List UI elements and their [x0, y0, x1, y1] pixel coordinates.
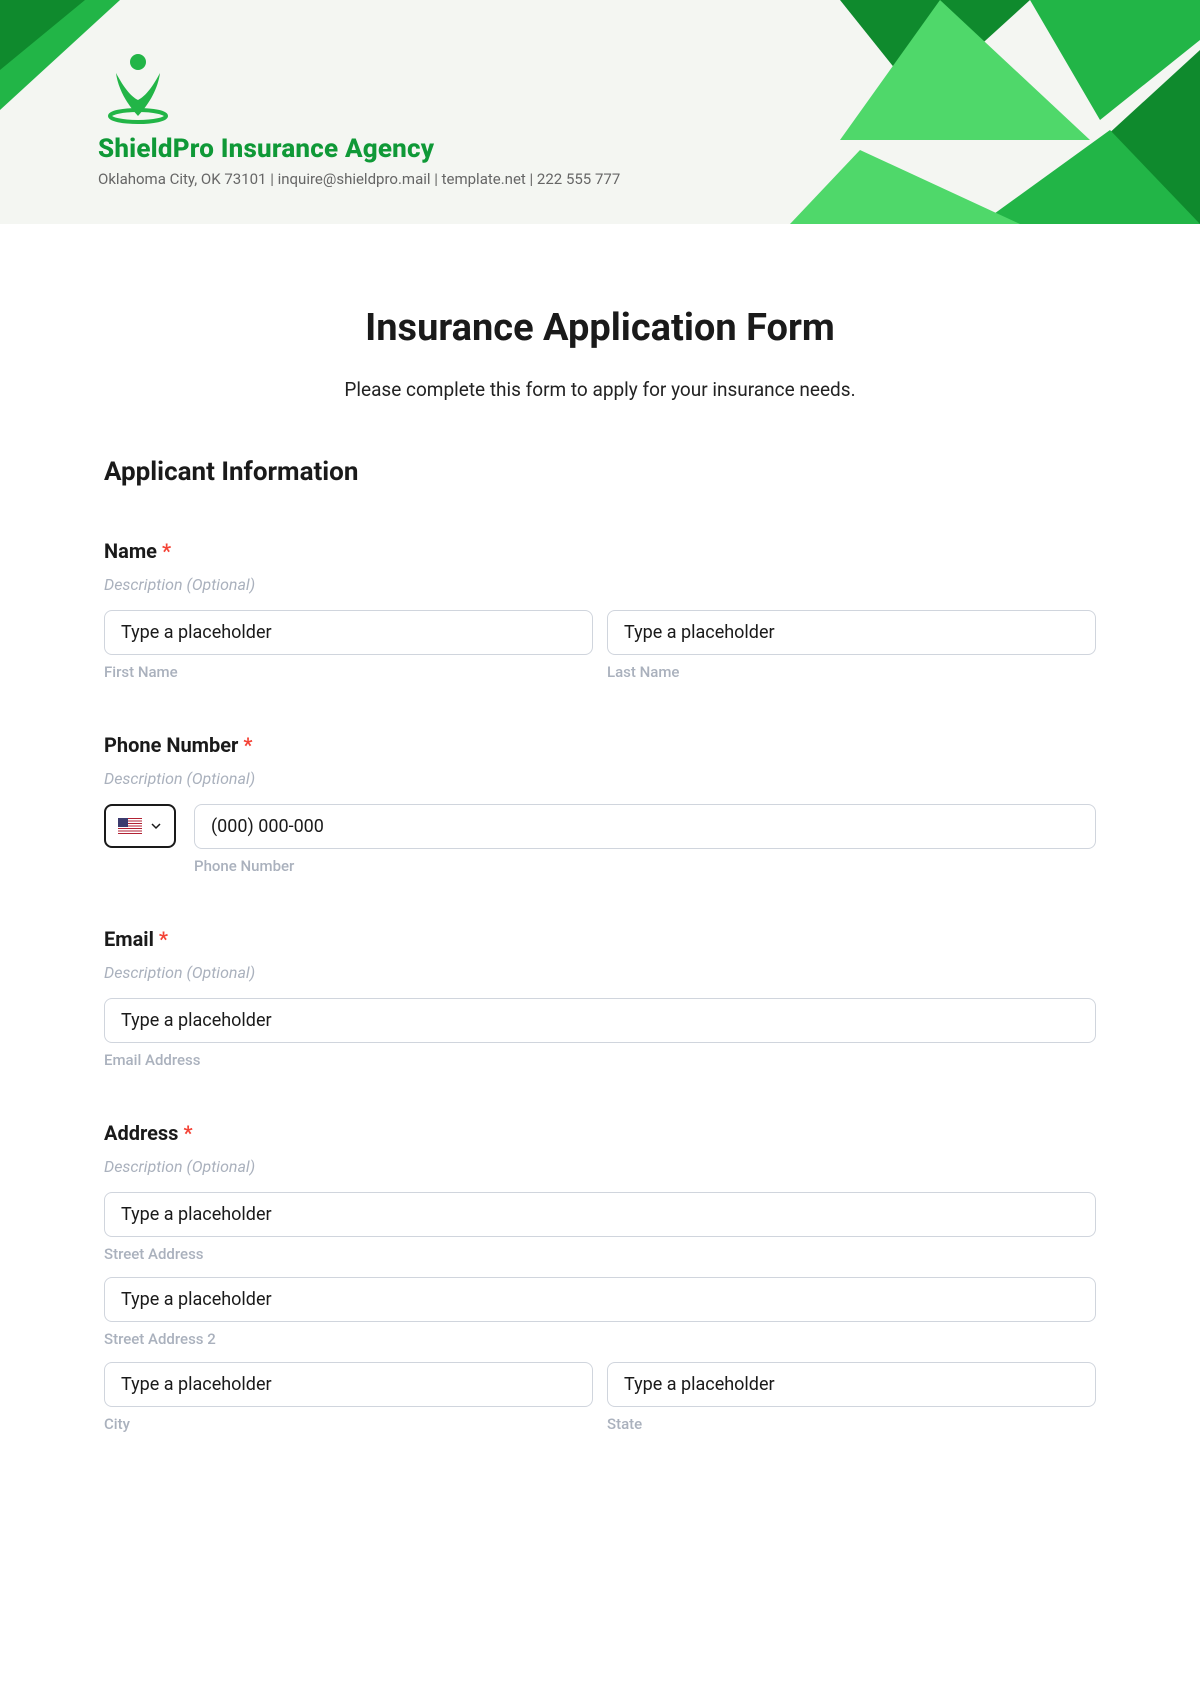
required-indicator: *	[183, 1121, 192, 1145]
street-address-sublabel: Street Address	[104, 1245, 1096, 1263]
field-address: Address * Description (Optional) Street …	[104, 1121, 1096, 1433]
field-name: Name * Description (Optional) First Name…	[104, 539, 1096, 681]
address-label-text: Address	[104, 1121, 178, 1145]
country-code-selector[interactable]	[104, 804, 176, 848]
last-name-sublabel: Last Name	[607, 663, 1096, 681]
header-banner: ShieldPro Insurance Agency Oklahoma City…	[0, 0, 1200, 224]
street-address-2-input[interactable]	[104, 1277, 1096, 1322]
chevron-down-icon	[150, 820, 162, 832]
street-address-input[interactable]	[104, 1192, 1096, 1237]
email-sublabel: Email Address	[104, 1051, 1096, 1069]
city-input[interactable]	[104, 1362, 593, 1407]
field-phone: Phone Number * Description (Optional) Ph…	[104, 733, 1096, 875]
street-address-2-sublabel: Street Address 2	[104, 1330, 1096, 1348]
name-label: Name *	[104, 539, 1096, 563]
section-applicant-info: Applicant Information	[104, 457, 1096, 487]
email-label-text: Email	[104, 927, 154, 951]
email-description[interactable]: Description (Optional)	[104, 963, 1096, 982]
first-name-sublabel: First Name	[104, 663, 593, 681]
phone-number-input[interactable]	[194, 804, 1096, 849]
required-indicator: *	[162, 539, 171, 563]
name-label-text: Name	[104, 539, 157, 563]
required-indicator: *	[243, 733, 252, 757]
phone-sublabel: Phone Number	[194, 857, 1096, 875]
address-description[interactable]: Description (Optional)	[104, 1157, 1096, 1176]
first-name-input[interactable]	[104, 610, 593, 655]
us-flag-icon	[118, 818, 142, 834]
state-input[interactable]	[607, 1362, 1096, 1407]
page-subtitle: Please complete this form to apply for y…	[104, 378, 1096, 401]
company-logo-icon	[98, 48, 178, 128]
address-label: Address *	[104, 1121, 1096, 1145]
field-email: Email * Description (Optional) Email Add…	[104, 927, 1096, 1069]
last-name-input[interactable]	[607, 610, 1096, 655]
phone-label-text: Phone Number	[104, 733, 238, 757]
company-name: ShieldPro Insurance Agency	[98, 134, 1200, 164]
required-indicator: *	[159, 927, 168, 951]
city-sublabel: City	[104, 1415, 593, 1433]
email-input[interactable]	[104, 998, 1096, 1043]
company-contact-info: Oklahoma City, OK 73101 | inquire@shield…	[98, 170, 1200, 188]
email-label: Email *	[104, 927, 1096, 951]
page-title: Insurance Application Form	[104, 306, 1096, 350]
phone-description[interactable]: Description (Optional)	[104, 769, 1096, 788]
state-sublabel: State	[607, 1415, 1096, 1433]
form-main: Insurance Application Form Please comple…	[0, 306, 1200, 1433]
phone-label: Phone Number *	[104, 733, 1096, 757]
name-description[interactable]: Description (Optional)	[104, 575, 1096, 594]
